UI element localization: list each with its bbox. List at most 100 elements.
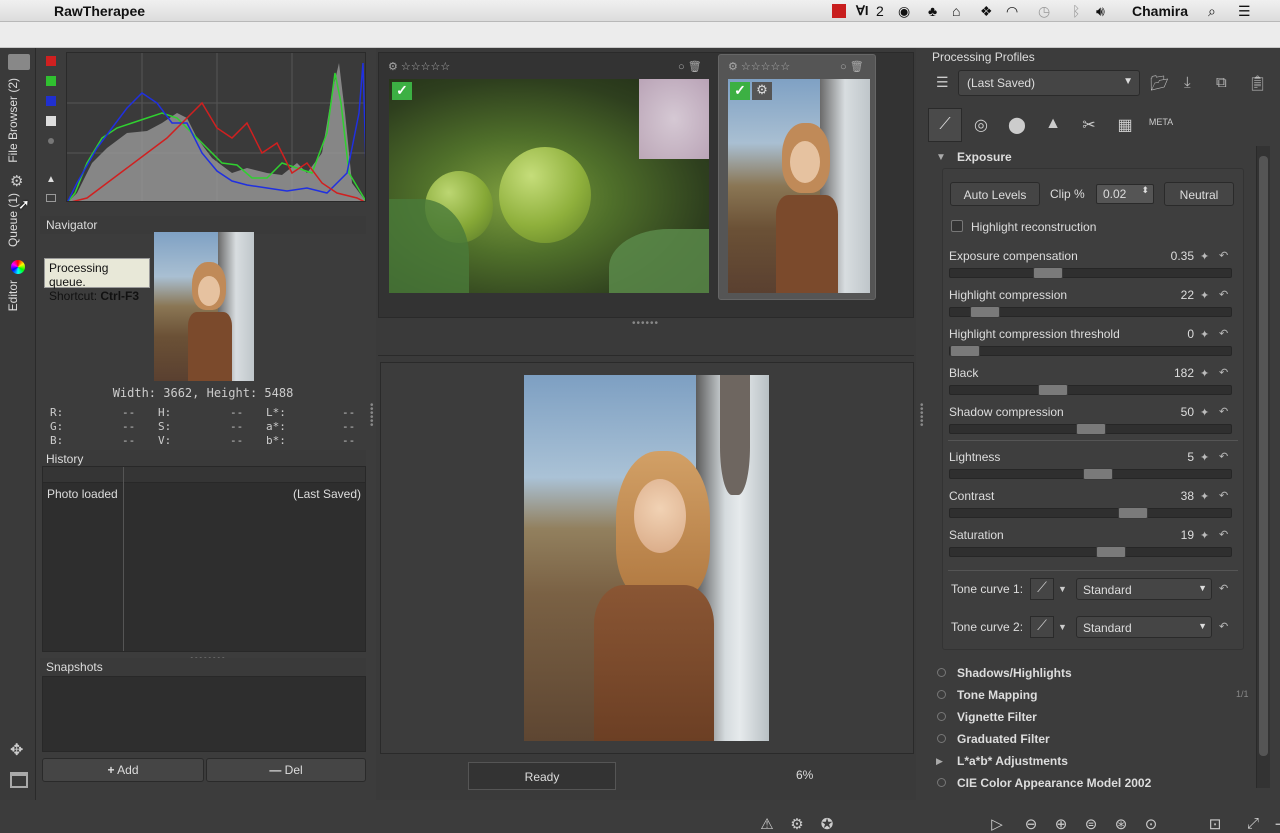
adjust-icon[interactable]: ✦ — [1200, 529, 1209, 542]
tab-details-icon[interactable]: ◎ — [964, 108, 998, 142]
save-profile-icon[interactable]: ⤓ — [1184, 74, 1191, 91]
blue-channel-toggle[interactable] — [46, 96, 56, 106]
shadow-compression-slider[interactable] — [949, 423, 1232, 435]
tab-color-icon[interactable]: ⬤ — [1000, 108, 1034, 142]
adjust-icon[interactable]: ✦ — [1200, 289, 1209, 302]
slider-thumb[interactable] — [1083, 468, 1113, 480]
adjust-icon[interactable]: ✦ — [1200, 451, 1209, 464]
copy-profile-icon[interactable]: ⧉ — [1216, 74, 1227, 91]
profile-select[interactable]: (Last Saved) ▼ — [958, 70, 1140, 96]
move-icon[interactable]: ✥ — [10, 740, 23, 760]
slider-thumb[interactable] — [1096, 546, 1126, 558]
folder-icon[interactable] — [8, 54, 30, 70]
contrast-slider[interactable] — [949, 507, 1232, 519]
adjust-icon[interactable]: ✦ — [1200, 367, 1209, 380]
check-icon[interactable]: ✓ — [392, 82, 412, 100]
tab-metadata-icon[interactable]: META — [1144, 108, 1178, 142]
expander-closed-icon[interactable]: ▶ — [936, 756, 943, 767]
section-tone-mapping[interactable]: Tone Mapping — [957, 688, 1037, 702]
section-ciecam02[interactable]: CIE Color Appearance Model 2002 — [957, 776, 1151, 790]
reset-icon[interactable]: ↶ — [1219, 327, 1228, 340]
section-graduated-filter[interactable]: Graduated Filter — [957, 732, 1050, 746]
auto-levels-button[interactable]: Auto Levels — [950, 182, 1040, 206]
main-preview-image[interactable] — [524, 375, 769, 741]
bar-toggle-icon[interactable]: ▲ — [46, 174, 56, 185]
tab-editor[interactable]: Editor — [6, 280, 20, 311]
thumb1-trash-icon[interactable]: ○ 🗑︎ — [678, 60, 702, 73]
queue-gear-icon[interactable]: ⚙ — [786, 815, 808, 833]
chevron-down-icon[interactable]: ▼ — [1058, 584, 1067, 594]
adjust-icon[interactable]: ✦ — [1200, 406, 1209, 419]
luminance-toggle[interactable] — [46, 116, 56, 126]
raw-toggle[interactable] — [48, 138, 54, 144]
bluetooth-icon[interactable]: ᛒ — [1072, 3, 1080, 19]
reset-icon[interactable]: ↶ — [1219, 582, 1228, 595]
user-name[interactable]: Chamira — [1132, 3, 1188, 19]
green-channel-toggle[interactable] — [46, 76, 56, 86]
layout-icon[interactable] — [10, 772, 28, 788]
tab-exposure-icon[interactable]: ⟋ — [928, 108, 962, 142]
app-menu[interactable]: RawTherapee — [54, 3, 145, 19]
thumbnail-portrait[interactable]: ✓ ⚙ — [728, 79, 870, 293]
gears-icon[interactable]: ⚙ — [10, 172, 23, 190]
volume-icon[interactable]: 🔊︎ — [1096, 3, 1105, 20]
creative-cloud-icon[interactable]: ◉ — [898, 3, 910, 20]
enable-toggle-icon[interactable] — [937, 778, 946, 787]
open-external-icon[interactable]: ✪ — [816, 815, 838, 833]
tone-curve-2-select[interactable]: Standard ▼ — [1076, 616, 1212, 638]
color-wheel-icon[interactable] — [11, 260, 25, 274]
time-machine-icon[interactable]: ◷ — [1038, 3, 1050, 20]
thumb1-rating[interactable]: ⚙ ☆☆☆☆☆ — [388, 60, 450, 73]
tab-file-browser[interactable]: File Browser (2) — [6, 78, 20, 163]
highlight-compression-slider[interactable] — [949, 306, 1232, 318]
saturation-slider[interactable] — [949, 546, 1232, 558]
lightness-slider[interactable] — [949, 468, 1232, 480]
spotlight-icon[interactable]: ⌕ — [1208, 3, 1216, 20]
slider-thumb[interactable] — [1033, 267, 1063, 279]
reset-icon[interactable]: ↶ — [1219, 620, 1228, 633]
black-slider[interactable] — [949, 384, 1232, 396]
reset-icon[interactable]: ↶ — [1219, 249, 1228, 262]
zoom-out-icon[interactable]: ⊖ — [1020, 815, 1042, 833]
tab-advanced-icon[interactable]: ▲ — [1036, 108, 1070, 142]
slider-thumb[interactable] — [1038, 384, 1068, 396]
record-icon[interactable] — [832, 4, 846, 18]
expander-open-icon[interactable]: ▼ — [936, 152, 946, 163]
reset-icon[interactable]: ↶ — [1219, 489, 1228, 502]
adjust-icon[interactable]: ✦ — [1200, 490, 1209, 503]
section-lab-adjustments[interactable]: L*a*b* Adjustments — [957, 754, 1068, 768]
scrollbar-thumb[interactable] — [1259, 156, 1268, 756]
reset-icon[interactable]: ↶ — [1219, 405, 1228, 418]
profile-list-icon[interactable]: ☰ — [936, 74, 949, 91]
reset-icon[interactable]: ↶ — [1219, 450, 1228, 463]
curve-edit-icon[interactable]: ⟋ — [1030, 616, 1054, 638]
left-splitter[interactable]: • • • • • • — [370, 401, 374, 431]
chevron-down-icon[interactable]: ▼ — [1058, 622, 1067, 632]
zoom-100-icon[interactable]: ⊙ — [1140, 815, 1162, 833]
clip-input[interactable]: 0.02 ⬍ — [1096, 184, 1154, 204]
tone-curve-1-select[interactable]: Standard ▼ — [1076, 578, 1212, 600]
section-shadows-highlights[interactable]: Shadows/Highlights — [957, 666, 1072, 680]
tools-scrollbar[interactable] — [1256, 146, 1270, 788]
delete-snapshot-button[interactable]: — Del — [206, 758, 366, 782]
hide-right-panel-icon[interactable]: ⇥ — [1270, 815, 1280, 833]
paste-profile-icon[interactable]: 📋︎ — [1248, 74, 1267, 92]
thumb2-trash-icon[interactable]: ○ 🗑︎ — [840, 60, 864, 73]
adobe-icon[interactable]: ⱯI — [856, 3, 869, 19]
slider-thumb[interactable] — [950, 345, 980, 357]
exposure-title[interactable]: Exposure — [957, 150, 1012, 164]
thumb2-rating[interactable]: ⚙ ☆☆☆☆☆ — [728, 60, 790, 73]
curve-edit-icon[interactable]: ⟋ — [1030, 578, 1054, 600]
next-icon[interactable]: ▷ — [986, 815, 1008, 833]
highlight-threshold-slider[interactable] — [949, 345, 1232, 357]
evernote-icon[interactable]: ♣ — [928, 3, 937, 19]
enable-toggle-icon[interactable] — [937, 712, 946, 721]
zoom-fit-icon[interactable]: ⊜ — [1080, 815, 1102, 833]
tab-transform-icon[interactable]: ✂ — [1072, 108, 1106, 142]
new-detail-window-icon[interactable]: ⊡ — [1204, 815, 1226, 833]
highlight-reconstruction-checkbox[interactable] — [951, 220, 963, 232]
thumbnail-apples[interactable]: ✓ — [389, 79, 709, 293]
exposure-compensation-slider[interactable] — [949, 267, 1232, 279]
enable-toggle-icon[interactable] — [937, 690, 946, 699]
section-vignette-filter[interactable]: Vignette Filter — [957, 710, 1037, 724]
